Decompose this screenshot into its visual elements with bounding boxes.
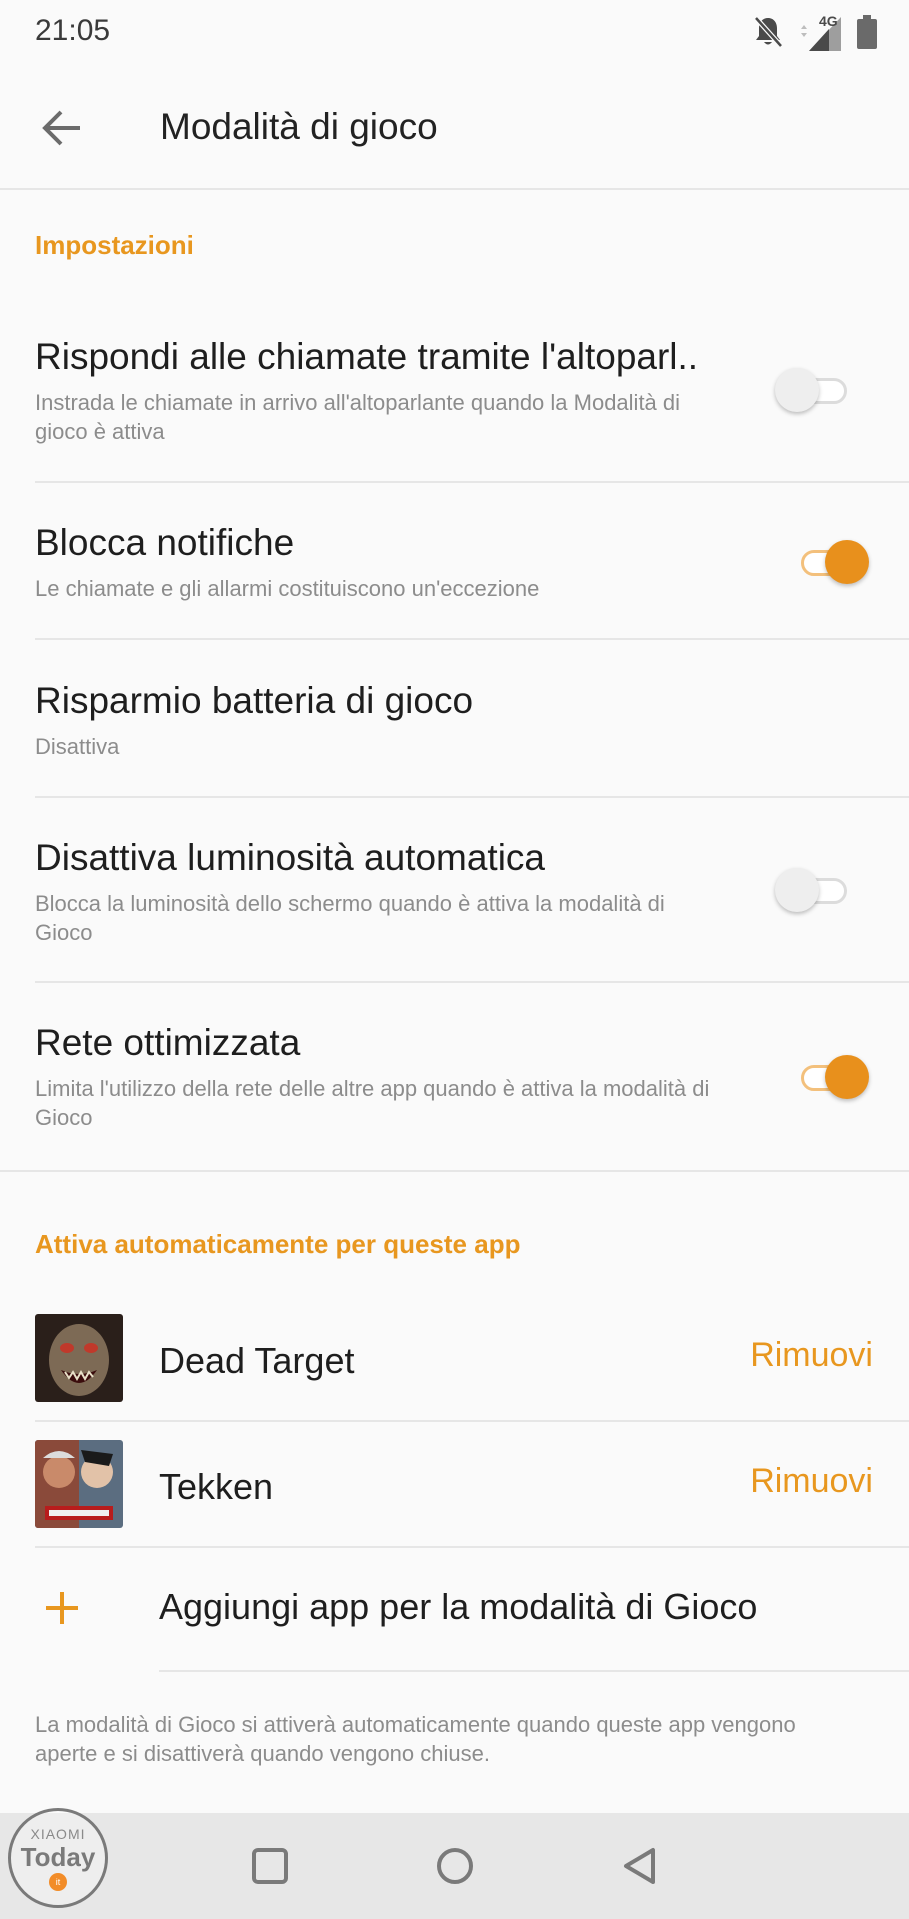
setting-subtitle: Disattiva xyxy=(35,734,120,759)
recents-button[interactable] xyxy=(245,1841,295,1891)
setting-subtitle: Limita l'utilizzo della rete delle altre… xyxy=(35,1076,710,1130)
toggle-auto-brightness[interactable] xyxy=(775,864,851,914)
app-name: Tekken xyxy=(159,1466,274,1507)
status-bar: 21:05 4G xyxy=(0,0,909,66)
back-nav-button[interactable] xyxy=(615,1841,665,1891)
setting-subtitle: Instrada le chiamate in arrivo all'altop… xyxy=(35,390,681,444)
app-bar: Modalità di gioco xyxy=(0,66,909,190)
toggle-speaker-calls[interactable] xyxy=(775,364,851,414)
section-header-settings: Impostazioni xyxy=(35,230,194,260)
setting-title: Disattiva luminosità automatica xyxy=(35,837,545,878)
status-icons: 4G xyxy=(753,13,877,54)
bell-off-icon xyxy=(753,15,783,54)
square-icon xyxy=(252,1848,288,1884)
home-button[interactable] xyxy=(430,1841,480,1891)
section-header-apps: Attiva automaticamente per queste app xyxy=(35,1229,521,1259)
signal-icon: 4G xyxy=(797,13,843,53)
watermark-top: XIAOMI xyxy=(30,1825,86,1842)
divider xyxy=(35,481,909,483)
remove-button[interactable]: Rimuovi xyxy=(750,1462,873,1501)
network-type: 4G xyxy=(819,13,838,29)
navigation-bar xyxy=(0,1813,909,1919)
divider xyxy=(35,1420,909,1422)
status-time: 21:05 xyxy=(35,14,111,47)
setting-optimized-network[interactable]: Rete ottimizzata Limita l'utilizzo della… xyxy=(35,1022,909,1132)
setting-block-notifications[interactable]: Blocca notifiche Le chiamate e gli allar… xyxy=(35,522,909,603)
watermark-logo: XIAOMI Today it xyxy=(8,1808,108,1908)
setting-title: Risparmio batteria di gioco xyxy=(35,680,474,721)
tekken-app-icon xyxy=(35,1440,123,1528)
divider xyxy=(35,1546,909,1548)
setting-battery-saver[interactable]: Risparmio batteria di gioco Disattiva xyxy=(35,680,909,761)
remove-button[interactable]: Rimuovi xyxy=(750,1336,873,1375)
divider xyxy=(159,1670,909,1672)
battery-icon xyxy=(857,14,877,54)
watermark-main: Today xyxy=(20,1841,96,1872)
circle-icon xyxy=(437,1848,473,1884)
dead-target-app-icon xyxy=(35,1314,123,1402)
app-row-dead-target: Dead Target Rimuovi xyxy=(0,1298,909,1424)
setting-subtitle: Le chiamate e gli allarmi costituiscono … xyxy=(35,576,540,601)
add-app-label: Aggiungi app per la modalità di Gioco xyxy=(159,1586,758,1627)
divider xyxy=(35,981,909,983)
app-row-tekken: Tekken Rimuovi xyxy=(0,1424,909,1550)
page-title: Modalità di gioco xyxy=(160,106,438,147)
setting-subtitle: Blocca la luminosità dello schermo quand… xyxy=(35,891,665,945)
setting-title: Blocca notifiche xyxy=(35,522,295,563)
setting-title: Rispondi alle chiamate tramite l'altopar… xyxy=(35,336,699,377)
app-name: Dead Target xyxy=(159,1340,355,1381)
toggle-optimized-network[interactable] xyxy=(795,1051,871,1101)
arrow-left-icon xyxy=(42,110,80,146)
divider xyxy=(35,638,909,640)
back-button[interactable] xyxy=(36,102,88,154)
plus-icon xyxy=(42,1588,82,1628)
toggle-block-notifications[interactable] xyxy=(795,536,871,586)
add-app-row[interactable]: Aggiungi app per la modalità di Gioco xyxy=(0,1550,909,1670)
triangle-back-icon xyxy=(624,1848,655,1884)
divider xyxy=(35,796,909,798)
watermark-suffix: it xyxy=(49,1872,67,1891)
section-divider xyxy=(0,1170,909,1172)
footer-note: La modalità di Gioco si attiverà automat… xyxy=(35,1712,796,1766)
setting-title: Rete ottimizzata xyxy=(35,1022,301,1063)
